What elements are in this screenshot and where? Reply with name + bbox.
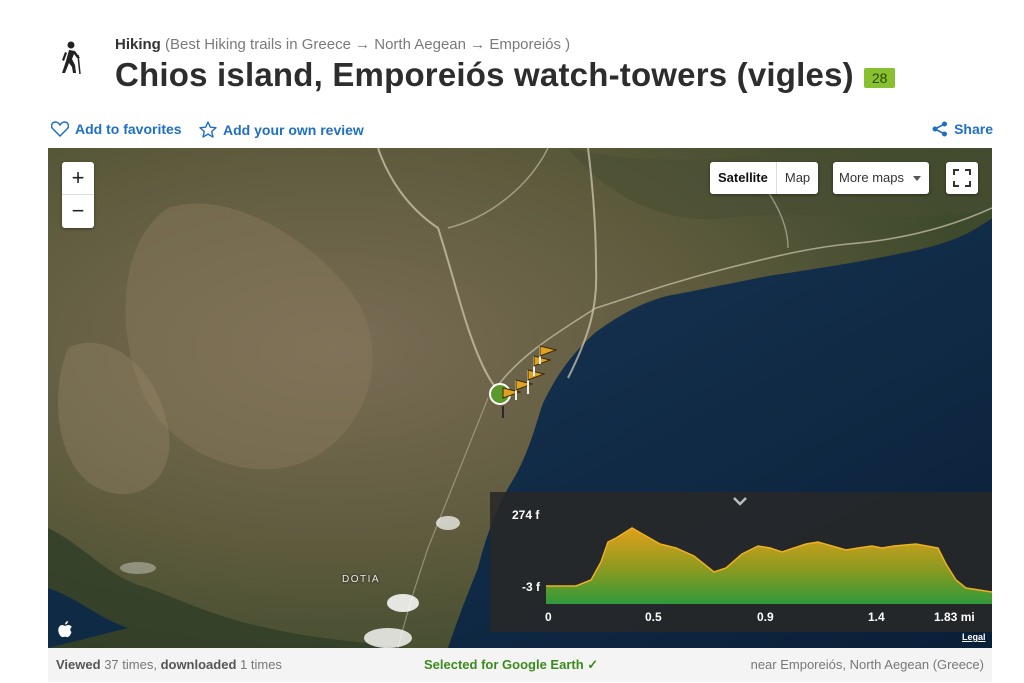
map-place-label: DOTIA (342, 574, 381, 585)
satellite-map[interactable]: + − Satellite Map More maps DOTIA 274 f … (48, 148, 992, 648)
action-bar: Add to favorites Add your own review Sha… (51, 121, 993, 141)
fullscreen-icon (953, 169, 971, 187)
elevation-profile-panel: 274 f -3 f 0 0.5 0.9 1.4 1.83 mi (490, 492, 992, 632)
legal-link[interactable]: Legal (962, 632, 986, 642)
add-review-link[interactable]: Add your own review (199, 121, 364, 138)
location-text: near Emporeiós, North Aegean (Greece) (750, 657, 984, 672)
trail-number-badge: 28 (863, 68, 896, 88)
hiker-icon (62, 41, 81, 75)
title-row: Chios island, Emporeiós watch-towers (vi… (115, 56, 896, 94)
more-maps-label: More maps (839, 170, 905, 185)
map-button[interactable]: Map (777, 162, 818, 194)
elevation-x-tick-0: 0 (545, 610, 552, 624)
chevron-down-icon[interactable] (732, 496, 748, 506)
elevation-x-tick-2: 0.9 (757, 610, 774, 624)
downloaded-label: downloaded (160, 657, 237, 672)
fullscreen-button[interactable] (946, 162, 978, 194)
viewed-count: 37 times, (104, 657, 157, 672)
page-header: Hiking (Best Hiking trails in Greece → N… (48, 36, 988, 106)
downloaded-count: 1 times (240, 657, 282, 672)
zoom-out-button[interactable]: − (62, 195, 94, 228)
breadcrumb: Hiking (Best Hiking trails in Greece → N… (115, 36, 570, 53)
breadcrumb-path[interactable]: (Best Hiking trails in Greece → North Ae… (165, 36, 570, 53)
satellite-button[interactable]: Satellite (710, 162, 777, 194)
add-to-favorites-link[interactable]: Add to favorites (51, 121, 182, 137)
elevation-x-tick-1: 0.5 (645, 610, 662, 624)
elevation-profile-chart[interactable] (546, 518, 992, 604)
heart-icon (51, 121, 69, 137)
map-type-toggle: Satellite Map (710, 162, 819, 194)
page-title: Chios island, Emporeiós watch-towers (vi… (115, 56, 854, 93)
share-icon (932, 121, 948, 137)
caret-down-icon (913, 176, 921, 181)
info-footer: Viewed 37 times, downloaded 1 times Sele… (48, 648, 992, 682)
add-review-label: Add your own review (223, 121, 364, 138)
add-to-favorites-label: Add to favorites (75, 121, 182, 137)
zoom-control: + − (62, 162, 94, 228)
viewed-label: Viewed (56, 657, 101, 672)
share-label: Share (954, 121, 993, 137)
elevation-x-tick-4: 1.83 mi (934, 610, 975, 624)
zoom-in-button[interactable]: + (62, 162, 94, 195)
elevation-max-label: 274 f (512, 508, 540, 522)
more-maps-dropdown[interactable]: More maps (833, 162, 929, 194)
elevation-min-label: -3 f (522, 580, 540, 594)
google-earth-status: Selected for Google Earth ✓ (424, 657, 599, 672)
elevation-x-tick-3: 1.4 (868, 610, 885, 624)
share-link[interactable]: Share (932, 121, 993, 137)
star-icon (199, 121, 217, 138)
apple-logo-icon (58, 621, 72, 638)
usage-stats: Viewed 37 times, downloaded 1 times (56, 657, 282, 672)
breadcrumb-category[interactable]: Hiking (115, 36, 161, 53)
